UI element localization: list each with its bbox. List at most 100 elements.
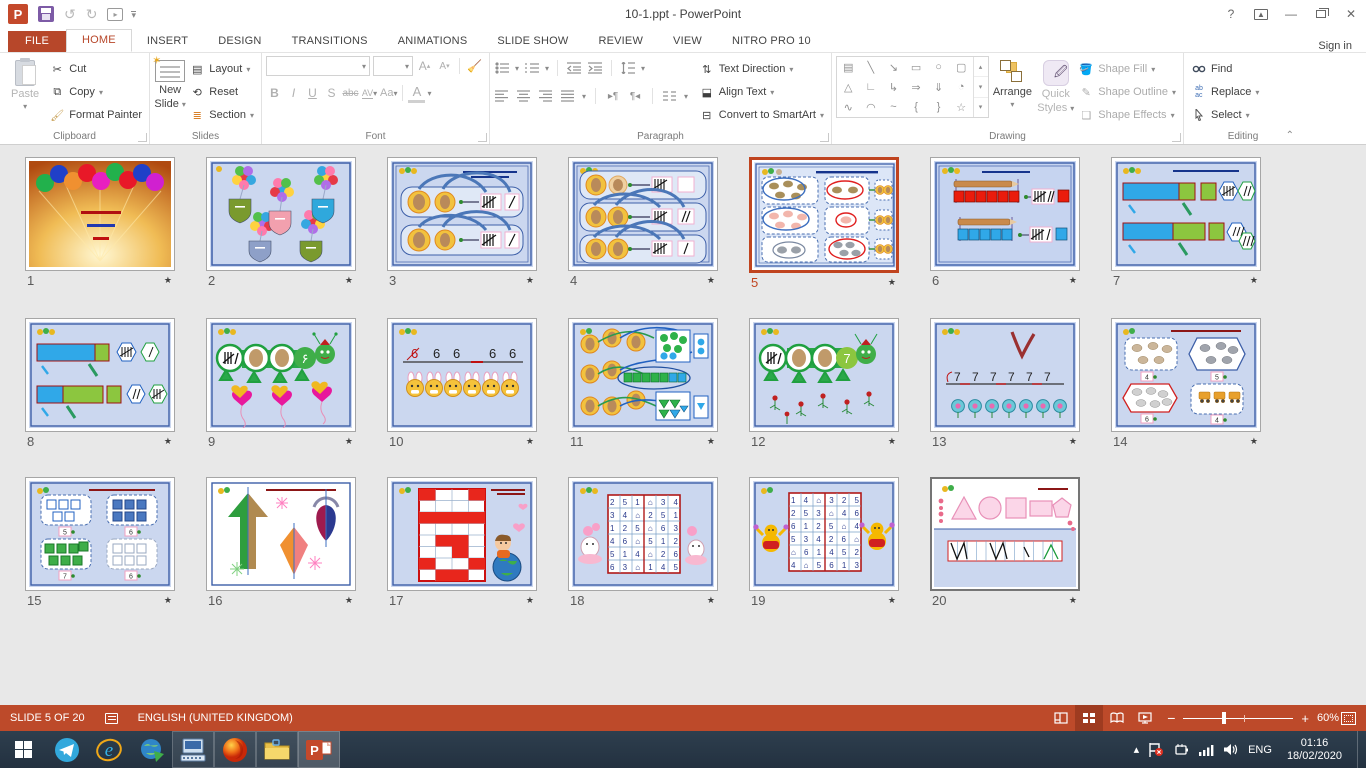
show-desktop-button[interactable] (1357, 731, 1362, 768)
font-dialog-launcher[interactable] (478, 133, 487, 142)
italic-button[interactable]: I (285, 83, 302, 103)
tab-review[interactable]: REVIEW (583, 31, 658, 52)
tab-file[interactable]: FILE (8, 31, 66, 52)
taskbar-telegram[interactable] (46, 731, 88, 768)
reading-view-button[interactable] (1103, 705, 1131, 731)
strikethrough-button[interactable]: abc (342, 83, 359, 103)
zoom-level[interactable]: 60% (1317, 712, 1339, 724)
sign-in-link[interactable]: Sign in (1318, 40, 1366, 52)
taskbar-firefox[interactable] (214, 731, 256, 768)
find-button[interactable]: Find (1188, 58, 1262, 80)
copy-button[interactable]: ⧉Copy▾ (46, 81, 145, 103)
layout-button[interactable]: ▤Layout▾ (186, 58, 257, 80)
zoom-slider[interactable] (1183, 712, 1293, 724)
shape-outline-button[interactable]: ✎Shape Outline▾ (1075, 81, 1179, 103)
tab-nitro-pro[interactable]: NITRO PRO 10 (717, 31, 826, 52)
rtl-direction-icon[interactable]: ¶◂ (627, 89, 643, 103)
help-button[interactable]: ? (1216, 3, 1246, 25)
increase-font-size-button[interactable]: A▴ (416, 56, 433, 76)
increase-indent-icon[interactable] (587, 61, 603, 75)
slide-thumbnail-11[interactable] (568, 318, 718, 432)
bold-button[interactable]: B (266, 83, 283, 103)
new-slide-button[interactable]: New Slide ▾ (154, 56, 186, 127)
zoom-out-button[interactable]: − (1167, 710, 1175, 726)
font-size-combobox[interactable]: ▾ (373, 56, 413, 76)
tab-home[interactable]: HOME (66, 29, 132, 52)
shape-effects-button[interactable]: ❑Shape Effects▾ (1075, 104, 1179, 126)
arrange-button[interactable]: Arrange▾ (989, 56, 1037, 127)
numbering-icon[interactable] (524, 61, 540, 75)
format-painter-button[interactable]: 🖌Format Painter (46, 104, 145, 126)
start-button[interactable] (0, 731, 46, 768)
change-case-button[interactable]: Aa▾ (380, 83, 397, 103)
decrease-indent-icon[interactable] (566, 61, 582, 75)
text-shadow-button[interactable]: S (323, 83, 340, 103)
section-button[interactable]: ≣Section▾ (186, 104, 257, 126)
align-text-button[interactable]: ⬓Align Text▾ (696, 81, 827, 103)
slide-show-button[interactable] (1131, 705, 1159, 731)
clipboard-dialog-launcher[interactable] (138, 133, 147, 142)
slide-thumbnail-2[interactable] (206, 157, 356, 271)
font-name-combobox[interactable]: ▾ (266, 56, 370, 76)
slide-thumbnail-19[interactable]: 1 4 ⌂ 3 2 5 2 5 3 ⌂ 4 6 6 1 2 5 ⌂ 4 5 3 … (749, 477, 899, 591)
restore-button[interactable] (1306, 3, 1336, 25)
quick-styles-button[interactable]: Quick Styles ▾ (1036, 56, 1075, 127)
slide-thumbnail-17[interactable] (387, 477, 537, 591)
slide-thumbnail-12[interactable]: 7 (749, 318, 899, 432)
paragraph-dialog-launcher[interactable] (820, 133, 829, 142)
clear-formatting-button[interactable]: 🧹 (466, 56, 483, 76)
network-signal-icon[interactable] (1198, 744, 1214, 756)
align-right-icon[interactable] (538, 89, 554, 103)
slide-thumbnail-5[interactable] (749, 157, 899, 273)
fit-slide-to-window-button[interactable] (1341, 712, 1356, 725)
align-center-icon[interactable] (516, 89, 532, 103)
font-color-button[interactable]: A (408, 83, 425, 103)
tab-design[interactable]: DESIGN (203, 31, 276, 52)
slide-thumbnail-15[interactable]: 5 6 7 6 (25, 477, 175, 591)
taskbar-idm[interactable] (130, 731, 172, 768)
shape-fill-button[interactable]: 🪣Shape Fill▾ (1075, 58, 1179, 80)
tab-view[interactable]: VIEW (658, 31, 717, 52)
slide-thumbnail-8[interactable] (25, 318, 175, 432)
select-button[interactable]: Select▾ (1188, 104, 1262, 126)
taskbar-internet-explorer[interactable]: e (88, 731, 130, 768)
decrease-font-size-button[interactable]: A▾ (436, 56, 453, 76)
slide-thumbnail-4[interactable] (568, 157, 718, 271)
slide-thumbnail-9[interactable]: ۶ (206, 318, 356, 432)
zoom-in-button[interactable]: + (1301, 711, 1309, 726)
input-language-indicator[interactable]: ENG (1248, 744, 1272, 756)
taskbar-powerpoint[interactable]: P (298, 731, 340, 768)
redo-button[interactable]: ↻ (86, 7, 98, 21)
tab-animations[interactable]: ANIMATIONS (383, 31, 483, 52)
character-spacing-button[interactable]: AV▾ (361, 83, 378, 103)
tray-show-hidden-icons[interactable]: ▴ (1134, 743, 1140, 756)
paste-button[interactable]: Paste▾ (4, 56, 46, 127)
slide-sorter-view-button[interactable] (1075, 705, 1103, 731)
minimize-button[interactable]: — (1276, 3, 1306, 25)
save-button[interactable] (38, 6, 54, 22)
slide-thumbnail-7[interactable] (1111, 157, 1261, 271)
columns-icon[interactable] (662, 89, 678, 103)
tab-transitions[interactable]: TRANSITIONS (277, 31, 383, 52)
align-left-icon[interactable] (494, 89, 510, 103)
slide-thumbnail-3[interactable] (387, 157, 537, 271)
slide-thumbnail-20[interactable] (930, 477, 1080, 591)
close-button[interactable]: ✕ (1336, 3, 1366, 25)
taskbar-file-explorer[interactable] (256, 731, 298, 768)
customize-qat-button[interactable]: ▾ (131, 11, 136, 18)
volume-icon[interactable] (1223, 743, 1239, 756)
slide-thumbnail-6[interactable] (930, 157, 1080, 271)
tab-slide-show[interactable]: SLIDE SHOW (482, 31, 583, 52)
reset-button[interactable]: ⟲Reset (186, 81, 257, 103)
action-center-flag-icon[interactable] (1148, 743, 1164, 757)
start-from-beginning-button[interactable]: ▸ (107, 8, 123, 21)
slide-indicator[interactable]: SLIDE 5 OF 20 (0, 712, 95, 724)
slide-thumbnail-14[interactable]: 4 5 6 4 (1111, 318, 1261, 432)
convert-to-smartart-button[interactable]: ⊟Convert to SmartArt▾ (696, 104, 827, 126)
slide-thumbnail-16[interactable] (206, 477, 356, 591)
shapes-gallery[interactable]: ▤╲↘▭○▢ △∟↳⇒⇓◔ ∿◠~{}☆ ▴▾▾ (836, 56, 989, 118)
ltr-direction-icon[interactable]: ▸¶ (605, 89, 621, 103)
gallery-scrollbar[interactable]: ▴▾▾ (973, 57, 988, 117)
text-direction-button[interactable]: ⇅Text Direction▾ (696, 58, 827, 80)
ribbon-display-options-button[interactable]: ▲ (1246, 3, 1276, 25)
